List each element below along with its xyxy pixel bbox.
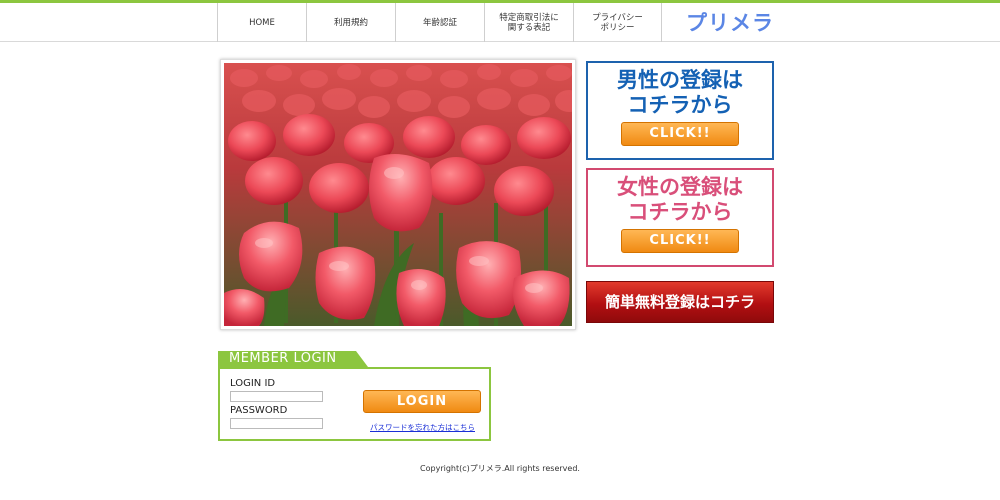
tulip-field-image xyxy=(224,63,572,326)
male-click-button[interactable]: CLICK!! xyxy=(621,122,739,146)
login-button[interactable]: LOGIN xyxy=(363,390,481,413)
male-title-line2: コチラから xyxy=(627,93,733,117)
nav-home-label: HOME xyxy=(249,17,275,28)
nav-terms-label: 利用規約 xyxy=(333,17,368,28)
nav-home[interactable]: HOME xyxy=(217,3,306,42)
forgot-password-link[interactable]: パスワードを忘れた方はこちら xyxy=(370,422,475,433)
nav-privacy-policy[interactable]: プライバシー ポリシー xyxy=(573,3,662,42)
nav-terms[interactable]: 利用規約 xyxy=(306,3,395,42)
female-registration-banner[interactable]: 女性の登録は コチラから CLICK!! xyxy=(586,168,774,267)
header: HOME 利用規約 年齢認証 特定商取引法に 関する表記 プライバシー ポリシー… xyxy=(0,3,1000,42)
nav-commerce-law-label: 特定商取引法に 関する表記 xyxy=(499,12,559,33)
nav-privacy-policy-label: プライバシー ポリシー xyxy=(592,12,643,33)
nav-age-verification[interactable]: 年齢認証 xyxy=(395,3,484,42)
password-input[interactable] xyxy=(230,418,323,429)
member-login-form: LOGIN ID PASSWORD LOGIN パスワードを忘れた方はこちら xyxy=(218,367,491,441)
nav-commerce-law[interactable]: 特定商取引法に 関する表記 xyxy=(484,3,573,42)
hero-image-frame xyxy=(220,59,576,330)
login-id-input[interactable] xyxy=(230,391,323,402)
site-logo[interactable]: プリメラ xyxy=(686,7,774,37)
login-id-label: LOGIN ID xyxy=(230,378,276,389)
member-login-tab: MEMBER LOGIN xyxy=(218,351,368,367)
copyright-text: Copyright(c)プリメラ.All rights reserved. xyxy=(420,464,580,473)
female-title-line1: 女性の登録は xyxy=(617,175,743,199)
male-registration-banner[interactable]: 男性の登録は コチラから CLICK!! xyxy=(586,61,774,160)
male-registration-title: 男性の登録は コチラから xyxy=(588,68,772,118)
nav-age-verification-label: 年齢認証 xyxy=(422,17,457,28)
free-registration-button[interactable]: 簡単無料登録はコチラ xyxy=(586,281,774,323)
female-click-button[interactable]: CLICK!! xyxy=(621,229,739,253)
main-nav: HOME 利用規約 年齢認証 特定商取引法に 関する表記 プライバシー ポリシー xyxy=(217,3,662,42)
female-title-line2: コチラから xyxy=(627,200,733,224)
male-title-line1: 男性の登録は xyxy=(617,68,743,92)
password-label: PASSWORD xyxy=(230,405,288,416)
female-registration-title: 女性の登録は コチラから xyxy=(588,175,772,225)
